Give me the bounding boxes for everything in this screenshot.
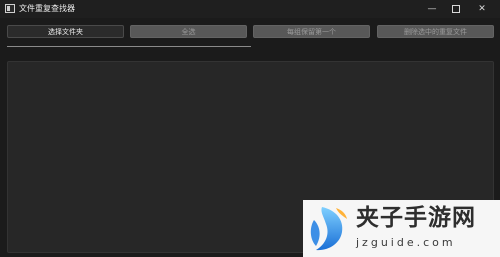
- watermark-title: 夹子手游网: [356, 205, 476, 231]
- maximize-button[interactable]: [444, 0, 468, 18]
- watermark-url: jzguide.com: [356, 236, 456, 249]
- app-icon: [5, 4, 15, 13]
- keep-first-button[interactable]: 每组保留第一个: [253, 25, 370, 38]
- select-all-button[interactable]: 全选: [130, 25, 247, 38]
- minimize-button[interactable]: —: [420, 0, 444, 18]
- watermark: 夹子手游网 jzguide.com: [303, 200, 500, 257]
- progress-bar: [7, 46, 251, 47]
- maximize-icon: [452, 4, 460, 13]
- close-button[interactable]: ✕: [470, 0, 494, 18]
- watermark-logo-icon: [310, 207, 347, 251]
- select-folder-button[interactable]: 选择文件夹: [7, 25, 124, 38]
- window-title: 文件重复查找器: [19, 4, 75, 13]
- delete-duplicates-button[interactable]: 删除选中的重复文件: [377, 25, 494, 38]
- title-bar: 文件重复查找器 — ✕: [0, 0, 500, 18]
